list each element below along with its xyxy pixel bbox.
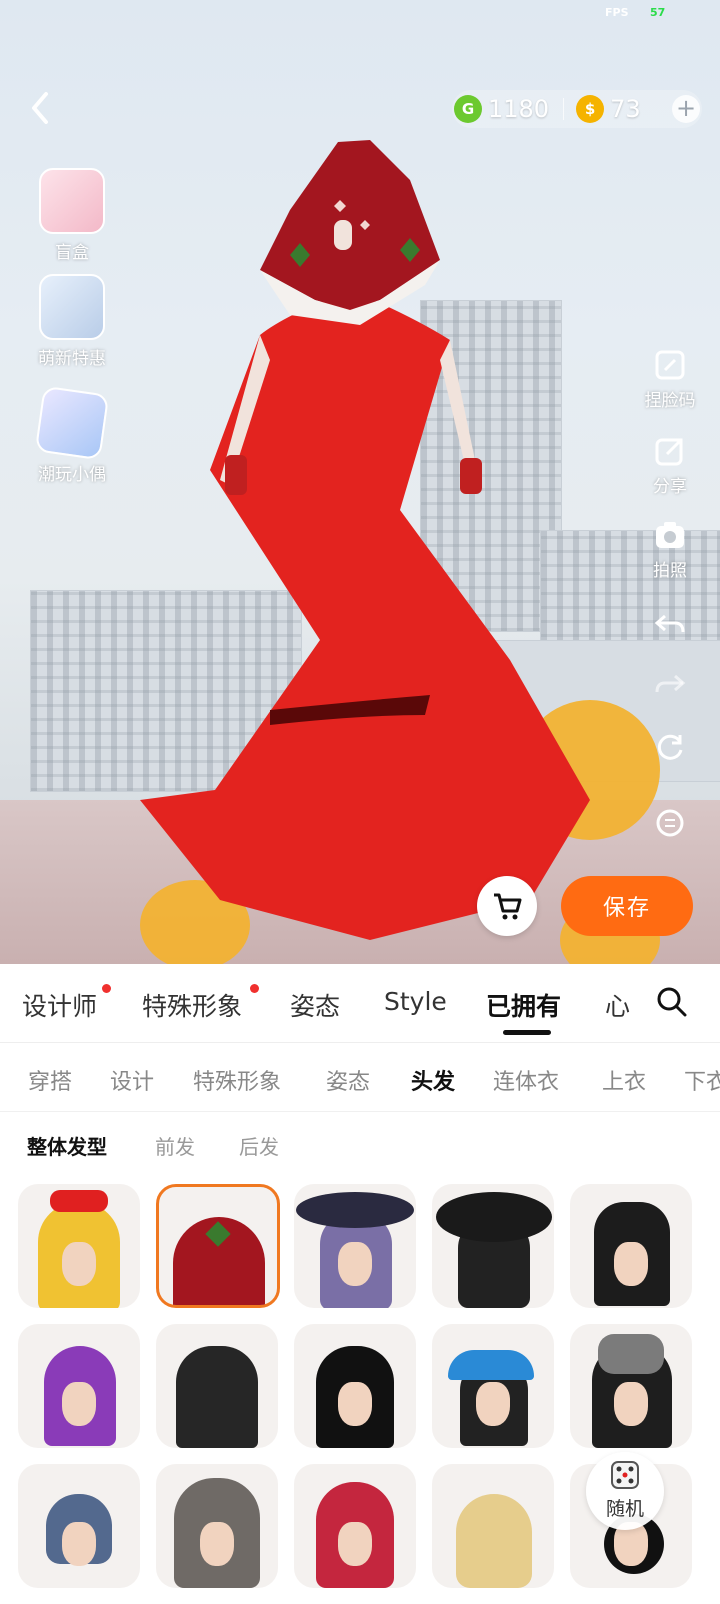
undo-button[interactable] <box>632 608 708 646</box>
hair-item[interactable] <box>294 1184 416 1308</box>
hair-item[interactable] <box>294 1464 416 1588</box>
face-preview <box>614 1382 648 1426</box>
tab-top[interactable]: 上衣 <box>602 1064 646 1096</box>
face-preview <box>200 1522 234 1566</box>
gold-currency-value: 73 <box>610 95 641 123</box>
add-currency-button[interactable]: + <box>672 95 700 123</box>
figure-toy-entry[interactable]: 潮玩小偶 <box>30 385 114 485</box>
hair-item[interactable] <box>18 1184 140 1308</box>
witch-hat-icon <box>296 1192 414 1228</box>
tab-special-image-badge <box>250 984 259 993</box>
witch-hat-icon <box>436 1192 552 1242</box>
face-code-button[interactable]: 捏脸码 <box>632 348 708 411</box>
tab-owned[interactable]: 已拥有 <box>486 987 561 1023</box>
face-preview <box>338 1242 372 1286</box>
photo-label: 拍照 <box>653 561 687 581</box>
currency-divider <box>563 98 565 120</box>
face-preview <box>614 1242 648 1286</box>
fps-value: 57 <box>650 6 666 19</box>
tab-pose[interactable]: 姿态 <box>290 987 340 1023</box>
tab-outfit[interactable]: 穿搭 <box>28 1064 72 1096</box>
hair-bow-icon <box>50 1190 108 1212</box>
redo-icon <box>655 674 686 693</box>
share-label: 分享 <box>653 477 687 497</box>
shopping-cart-icon <box>494 893 522 920</box>
reset-button[interactable] <box>632 730 708 768</box>
cap-icon <box>448 1350 534 1380</box>
face-preview <box>476 1382 510 1426</box>
tab-jumpsuit[interactable]: 连体衣 <box>493 1064 559 1096</box>
blind-box-entry[interactable]: 盲盒 <box>30 168 114 263</box>
hair-preview-icon <box>456 1494 532 1588</box>
tab-bottom[interactable]: 下衣 <box>684 1064 720 1096</box>
dice-icon <box>611 1461 639 1489</box>
swap-button[interactable] <box>632 806 708 844</box>
random-button[interactable]: 随机 <box>586 1452 664 1530</box>
currency-bar: G 1180 $ 73 + <box>452 90 702 128</box>
cat-ear-hat-icon <box>598 1334 664 1374</box>
newbie-deal-icon <box>39 274 105 340</box>
hair-item[interactable] <box>432 1324 554 1448</box>
hair-item-selected[interactable] <box>156 1184 280 1308</box>
hair-item[interactable] <box>294 1324 416 1448</box>
fps-label: FPS <box>605 6 629 19</box>
secondary-tabs: 穿搭 设计 特殊形象 姿态 头发 连体衣 上衣 下衣 <box>0 1043 720 1112</box>
tab-special-image-sub[interactable]: 特殊形象 <box>193 1064 281 1096</box>
random-label: 随机 <box>605 1498 644 1520</box>
face-preview <box>62 1382 96 1426</box>
face-preview <box>338 1522 372 1566</box>
edit-code-icon <box>655 350 685 380</box>
hair-preview-icon <box>176 1346 258 1448</box>
tab-designer-badge <box>102 984 111 993</box>
hair-item[interactable] <box>570 1324 692 1448</box>
face-code-label: 捏脸码 <box>644 391 696 411</box>
tab-back-hair[interactable]: 后发 <box>239 1131 279 1160</box>
tab-designer[interactable]: 设计师 <box>22 987 97 1023</box>
avatar-preview-scene[interactable]: FPS 57 G 1180 $ 73 + 盲盒 萌新特惠 潮玩小偶 捏脸码 分享… <box>0 0 720 964</box>
tab-pose-sub[interactable]: 姿态 <box>326 1064 370 1096</box>
primary-tabs: 设计师 特殊形象 姿态 Style 已拥有 心 <box>0 964 720 1043</box>
tab-front-hair[interactable]: 前发 <box>155 1131 195 1160</box>
hair-item[interactable] <box>570 1184 692 1308</box>
green-coin-icon: G <box>454 95 482 123</box>
hair-item[interactable] <box>18 1324 140 1448</box>
hair-item[interactable] <box>432 1184 554 1308</box>
reset-icon <box>657 734 683 760</box>
hair-item[interactable] <box>156 1324 278 1448</box>
hair-item[interactable] <box>432 1464 554 1588</box>
face-preview <box>62 1522 96 1566</box>
swap-icon <box>656 809 684 837</box>
tab-special-image[interactable]: 特殊形象 <box>142 987 242 1023</box>
face-preview <box>338 1382 372 1426</box>
gift-box-icon <box>39 168 105 234</box>
back-button[interactable] <box>22 88 62 128</box>
blind-box-label: 盲盒 <box>55 243 89 263</box>
cart-button[interactable] <box>477 876 537 936</box>
green-currency-value: 1180 <box>488 95 550 123</box>
undo-icon <box>654 614 685 633</box>
avatar-character[interactable] <box>110 140 610 960</box>
gold-coin-icon: $ <box>576 95 605 123</box>
active-tab-indicator <box>503 1030 551 1035</box>
newbie-deal-entry[interactable]: 萌新特惠 <box>30 274 114 369</box>
redo-button[interactable] <box>632 668 708 706</box>
camera-icon <box>656 522 684 548</box>
tab-hair[interactable]: 头发 <box>411 1064 455 1096</box>
figure-cube-icon <box>34 385 110 461</box>
share-button[interactable]: 分享 <box>632 434 708 497</box>
chevron-left-icon <box>32 92 48 124</box>
hair-item[interactable] <box>18 1464 140 1588</box>
save-button[interactable]: 保存 <box>561 876 693 936</box>
search-icon[interactable] <box>656 986 688 1018</box>
tab-design[interactable]: 设计 <box>110 1064 154 1096</box>
tab-wishlist[interactable]: 心 <box>605 987 630 1023</box>
face-preview <box>62 1242 96 1286</box>
tab-full-hairstyle[interactable]: 整体发型 <box>27 1131 107 1160</box>
photo-button[interactable]: 拍照 <box>632 518 708 581</box>
share-icon <box>655 438 683 466</box>
tab-style[interactable]: Style <box>384 987 447 1016</box>
newbie-deal-label: 萌新特惠 <box>38 349 106 369</box>
hair-item[interactable] <box>156 1464 278 1588</box>
figure-toy-label: 潮玩小偶 <box>38 465 106 485</box>
